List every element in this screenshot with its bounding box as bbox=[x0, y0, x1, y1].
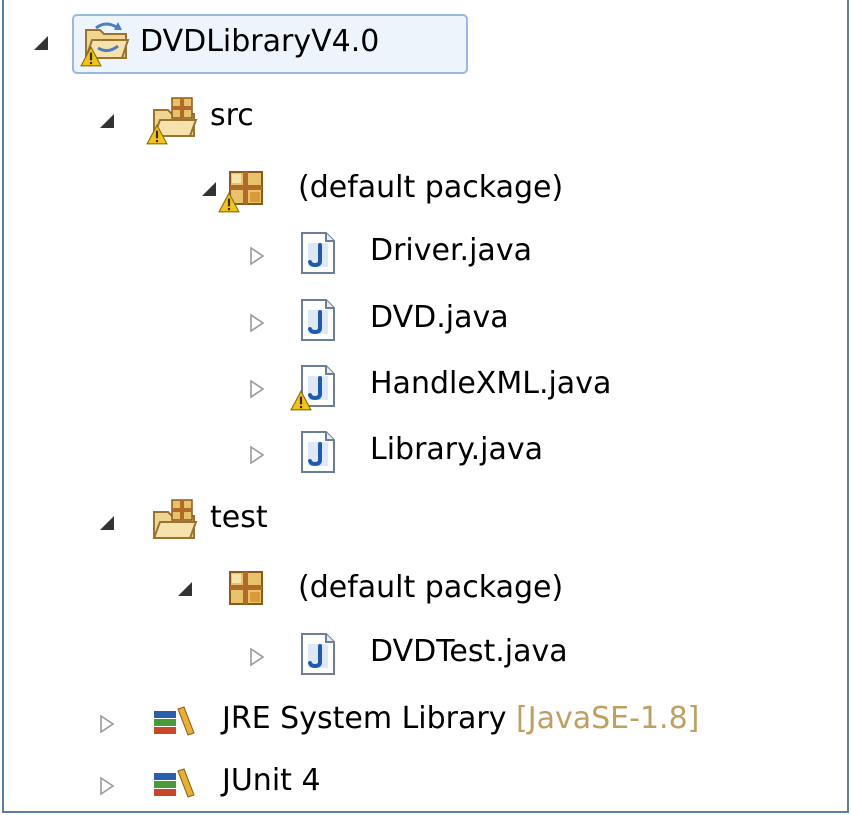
warning-icon bbox=[290, 390, 312, 412]
warning-icon bbox=[146, 124, 168, 146]
library-label: JUnit 4 bbox=[222, 763, 321, 798]
tree-item-file[interactable]: DVDTest.java bbox=[0, 626, 700, 682]
package-label: (default package) bbox=[298, 170, 564, 205]
java-file-icon bbox=[294, 630, 342, 678]
folder-label: src bbox=[210, 98, 254, 133]
expanded-toggle-icon[interactable] bbox=[198, 178, 220, 200]
warning-icon bbox=[80, 46, 102, 68]
java-file-icon bbox=[294, 229, 342, 277]
tree-item-package[interactable]: (default package) bbox=[0, 560, 700, 616]
project-label: DVDLibraryV4.0 bbox=[140, 24, 380, 59]
collapsed-toggle-icon[interactable] bbox=[246, 444, 268, 466]
expanded-toggle-icon[interactable] bbox=[174, 578, 196, 600]
expanded-toggle-icon[interactable] bbox=[96, 512, 118, 534]
file-label: DVDTest.java bbox=[370, 634, 568, 669]
package-label: (default package) bbox=[298, 570, 564, 605]
tree-item-test-folder[interactable]: test bbox=[0, 494, 400, 550]
library-icon bbox=[150, 697, 198, 745]
java-file-icon bbox=[294, 428, 342, 476]
file-label: DVD.java bbox=[370, 300, 509, 335]
warning-icon bbox=[218, 192, 240, 214]
tree-item-src-folder[interactable]: src bbox=[0, 92, 400, 148]
tree-item-file[interactable]: Driver.java bbox=[0, 225, 700, 281]
java-file-icon bbox=[294, 296, 342, 344]
collapsed-toggle-icon[interactable] bbox=[96, 775, 118, 797]
tree-item-file[interactable]: DVD.java bbox=[0, 292, 700, 348]
file-label: Driver.java bbox=[370, 233, 532, 268]
tree-item-file[interactable]: Library.java bbox=[0, 424, 700, 480]
library-icon bbox=[150, 759, 198, 807]
library-label: JRE System Library [JavaSE-1.8] bbox=[222, 699, 699, 739]
file-label: HandleXML.java bbox=[370, 366, 612, 401]
collapsed-toggle-icon[interactable] bbox=[246, 245, 268, 267]
collapsed-toggle-icon[interactable] bbox=[246, 646, 268, 668]
tree-item-jre-library[interactable]: JRE System Library [JavaSE-1.8] bbox=[0, 693, 840, 749]
tree-item-project[interactable]: DVDLibraryV4.0 bbox=[0, 14, 470, 70]
tree-item-file[interactable]: HandleXML.java bbox=[0, 358, 720, 414]
source-folder-icon bbox=[150, 498, 198, 546]
tree-item-junit-library[interactable]: JUnit 4 bbox=[0, 755, 500, 811]
library-decoration: [JavaSE-1.8] bbox=[516, 701, 700, 736]
collapsed-toggle-icon[interactable] bbox=[96, 713, 118, 735]
collapsed-toggle-icon[interactable] bbox=[246, 378, 268, 400]
package-icon bbox=[222, 564, 270, 612]
folder-label: test bbox=[210, 500, 268, 535]
expanded-toggle-icon[interactable] bbox=[96, 110, 118, 132]
collapsed-toggle-icon[interactable] bbox=[246, 312, 268, 334]
expanded-toggle-icon[interactable] bbox=[30, 32, 52, 54]
library-name: JRE System Library bbox=[222, 701, 507, 736]
file-label: Library.java bbox=[370, 432, 544, 467]
tree-item-package[interactable]: (default package) bbox=[0, 160, 700, 216]
